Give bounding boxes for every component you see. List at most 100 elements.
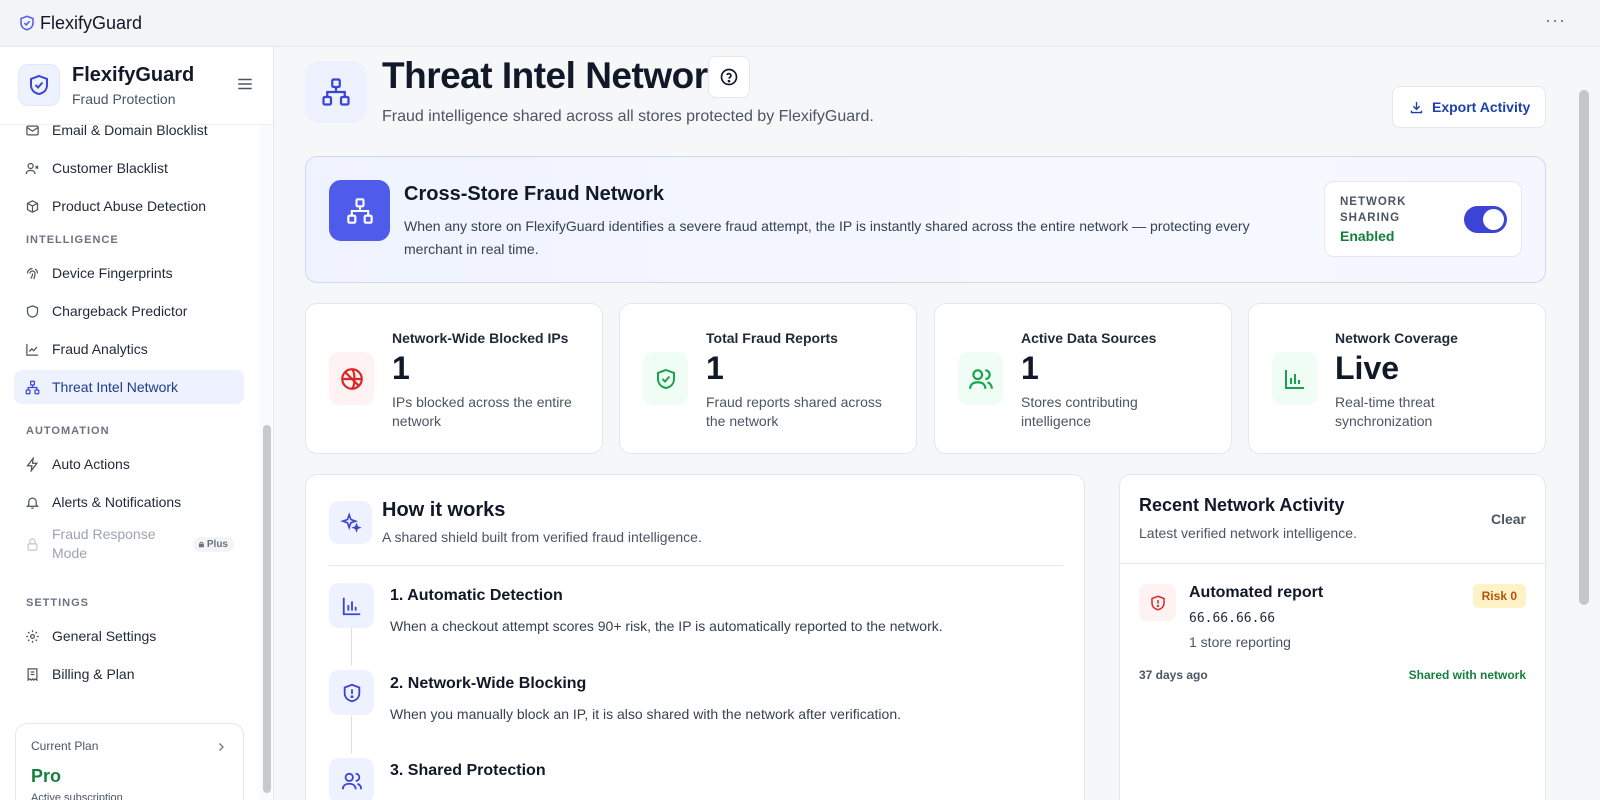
sidebar-item-label: Customer Blacklist xyxy=(52,160,168,176)
brand-title: FlexifyGuard xyxy=(72,64,195,86)
sidebar-item-general-settings[interactable]: General Settings xyxy=(14,619,244,653)
network-icon xyxy=(305,61,367,123)
sidebar-item-customer-blacklist[interactable]: Customer Blacklist xyxy=(14,151,244,185)
sidebar-item-label: Chargeback Predictor xyxy=(52,303,188,319)
activity-item-store-count: 1 store reporting xyxy=(1189,634,1291,650)
step-connector xyxy=(351,628,352,666)
brand-shield-icon xyxy=(18,64,60,106)
activity-item-time: 37 days ago xyxy=(1139,668,1208,682)
main-scrollbar-thumb[interactable] xyxy=(1579,90,1589,605)
stat-label: Active Data Sources xyxy=(1021,330,1157,346)
lock-icon: 🔒︎ xyxy=(198,538,207,550)
sidebar-scrollbar-thumb[interactable] xyxy=(263,425,271,793)
stat-card-blocked-ips: Network-Wide Blocked IPs 1 IPs blocked a… xyxy=(305,303,603,454)
package-icon xyxy=(26,199,39,213)
step-description: When a checkout attempt scores 90+ risk,… xyxy=(390,618,943,634)
recent-network-activity-card: Recent Network Activity Latest verified … xyxy=(1119,474,1546,800)
sparkles-icon xyxy=(329,501,372,544)
activity-item-status: Shared with network xyxy=(1408,668,1526,682)
help-button[interactable] xyxy=(708,56,750,98)
section-label-intelligence: INTELLIGENCE xyxy=(26,234,119,246)
shield-icon xyxy=(26,304,39,318)
sidebar-item-threat-intel-network[interactable]: Threat Intel Network xyxy=(14,370,244,404)
sidebar-item-fraud-analytics[interactable]: Fraud Analytics xyxy=(14,332,244,366)
network-sharing-status: Enabled xyxy=(1340,228,1395,244)
gear-icon xyxy=(26,629,39,643)
divider xyxy=(1120,563,1545,564)
sidebar-item-label: Product Abuse Detection xyxy=(52,198,207,214)
shield-alert-icon xyxy=(329,670,374,715)
sidebar-item-auto-actions[interactable]: Auto Actions xyxy=(14,447,244,481)
page-subtitle: Fraud intelligence shared across all sto… xyxy=(382,108,874,125)
plus-badge: 🔒︎ Plus xyxy=(192,536,234,552)
current-plan-card[interactable]: Current Plan Pro Active subscription xyxy=(15,723,244,800)
network-icon xyxy=(25,380,40,394)
cross-store-network-banner: Cross-Store Fraud Network When any store… xyxy=(305,156,1546,283)
section-label-settings: SETTINGS xyxy=(26,597,90,609)
banner-title: Cross-Store Fraud Network xyxy=(404,183,665,205)
step-description: When you manually block an IP, it is als… xyxy=(390,706,901,722)
network-sharing-label: NETWORK SHARING xyxy=(1340,196,1407,224)
how-it-works-card: How it works A shared shield built from … xyxy=(305,474,1085,800)
sidebar-item-label: Billing & Plan xyxy=(52,666,135,682)
export-activity-button[interactable]: Export Activity xyxy=(1392,86,1546,128)
activity-subtitle: Latest verified network intelligence. xyxy=(1139,525,1357,541)
brand-subtitle: Fraud Protection xyxy=(72,91,176,107)
stat-value: 1 xyxy=(392,350,410,386)
sidebar-item-alerts-notifications[interactable]: Alerts & Notifications xyxy=(14,485,244,519)
sidebar-brand: FlexifyGuard Fraud Protection xyxy=(0,47,273,125)
bar-chart-icon xyxy=(1272,352,1317,405)
bar-chart-icon xyxy=(329,583,374,628)
network-icon xyxy=(329,180,390,241)
how-title: How it works xyxy=(382,499,506,521)
sidebar-item-device-fingerprints[interactable]: Device Fingerprints xyxy=(14,256,244,290)
banner-description: When any store on FlexifyGuard identifie… xyxy=(404,218,1250,257)
app-logo-icon xyxy=(20,15,34,31)
section-label-automation: AUTOMATION xyxy=(26,425,110,437)
shield-check-icon xyxy=(643,352,688,405)
step-connector xyxy=(351,716,352,754)
stat-label: Network-Wide Blocked IPs xyxy=(392,330,569,346)
zap-icon xyxy=(26,456,39,472)
fingerprint-icon xyxy=(26,267,39,279)
stat-card-fraud-reports: Total Fraud Reports 1 Fraud reports shar… xyxy=(619,303,917,454)
sidebar-item-label: Fraud Response Mode xyxy=(52,526,156,561)
network-sharing-box: NETWORK SHARING Enabled xyxy=(1324,181,1522,257)
network-sharing-toggle[interactable] xyxy=(1464,206,1507,233)
sidebar-item-billing-plan[interactable]: Billing & Plan xyxy=(14,657,244,691)
stat-value: 1 xyxy=(706,350,724,386)
help-circle-icon xyxy=(720,68,738,86)
app-title: FlexifyGuard xyxy=(40,12,143,33)
plan-label: Current Plan xyxy=(31,739,99,753)
sidebar: Email & Domain Blocklist Customer Blackl… xyxy=(0,47,274,800)
sidebar-item-label: Alerts & Notifications xyxy=(52,494,182,510)
sidebar-item-fraud-response-mode: Fraud Response Mode 🔒︎ Plus xyxy=(14,523,244,565)
download-icon xyxy=(1410,101,1423,113)
risk-badge: Risk 0 xyxy=(1472,584,1526,608)
users-icon xyxy=(958,352,1003,405)
stat-description: Fraud reports shared across the network xyxy=(706,394,882,429)
stat-label: Network Coverage xyxy=(1335,330,1458,346)
sidebar-item-label: Fraud Analytics xyxy=(52,341,148,357)
users-icon xyxy=(329,758,374,800)
more-horizontal-icon[interactable]: ··· xyxy=(1545,10,1566,31)
sidebar-item-label: General Settings xyxy=(52,628,157,644)
plan-name: Pro xyxy=(31,766,62,786)
divider xyxy=(329,565,1063,566)
sidebar-item-label: Auto Actions xyxy=(52,456,130,472)
sidebar-item-label: Device Fingerprints xyxy=(52,265,173,281)
hamburger-menu-icon[interactable] xyxy=(236,75,254,93)
stat-description: Real-time threat synchronization xyxy=(1335,394,1435,429)
how-subtitle: A shared shield built from verified frau… xyxy=(382,529,702,545)
sidebar-item-product-abuse-detection[interactable]: Product Abuse Detection xyxy=(14,189,244,223)
activity-item-ip: 66.66.66.66 xyxy=(1189,611,1276,626)
shield-alert-icon xyxy=(1139,584,1176,621)
globe-ban-icon xyxy=(329,352,374,405)
step-title: 3. Shared Protection xyxy=(390,762,546,779)
receipt-icon xyxy=(27,667,38,681)
lock-icon xyxy=(27,537,38,551)
activity-item-title: Automated report xyxy=(1189,584,1324,601)
sidebar-item-chargeback-predictor[interactable]: Chargeback Predictor xyxy=(14,294,244,328)
clear-button[interactable]: Clear xyxy=(1491,511,1526,527)
stat-value: Live xyxy=(1335,350,1400,386)
